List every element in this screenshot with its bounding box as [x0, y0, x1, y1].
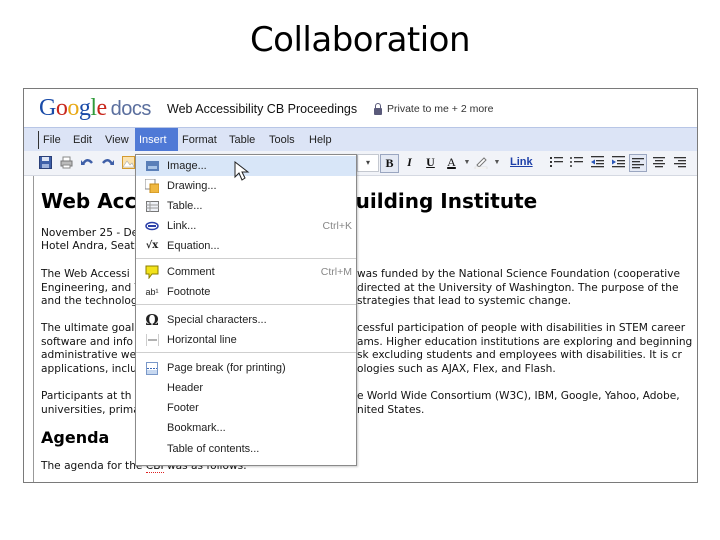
menu-view[interactable]: View: [101, 128, 133, 152]
decrease-indent-icon[interactable]: [590, 155, 604, 169]
image-icon: [145, 159, 159, 173]
paragraph-1-right: was funded by the National Science Found…: [357, 268, 680, 307]
insert-menu-item-footnote[interactable]: ab¹ Footnote: [136, 282, 356, 302]
document-body[interactable]: Web Acc Building Institute November 25 - …: [24, 176, 697, 482]
paragraph-2-left: The ultimate goal software and info admini…: [41, 322, 137, 375]
menu-separator: [136, 258, 356, 259]
insert-menu-item-footer[interactable]: Footer: [136, 398, 356, 418]
page-edge: [33, 176, 34, 482]
insert-menu-dropdown: Image... Drawing... Table... Link... Ctr…: [135, 154, 357, 466]
omega-icon: Ω: [145, 311, 159, 329]
insert-menu-item-horizontal-line[interactable]: Horizontal line: [136, 330, 356, 350]
redo-icon[interactable]: [100, 155, 114, 169]
paragraph-3-left: Participants at th universities, prima: [41, 390, 140, 416]
horizontal-line-icon: [145, 333, 159, 347]
drawing-icon: [145, 179, 159, 193]
bold-button[interactable]: B: [380, 154, 399, 173]
menu-separator: [136, 352, 356, 353]
agenda-heading: Agenda: [41, 428, 110, 447]
sharing-status[interactable]: Private to me + 2 more: [374, 102, 494, 115]
paragraph-3-right: e World Wide Consortium (W3C), IBM, Goog…: [357, 390, 680, 416]
numbered-list-icon[interactable]: [549, 155, 563, 169]
chevron-down-icon[interactable]: ▼: [460, 155, 474, 169]
print-icon[interactable]: [59, 155, 73, 169]
insert-menu-item-table-of-contents[interactable]: Table of contents...: [136, 439, 356, 459]
text-color-button[interactable]: A: [443, 154, 460, 171]
align-right-icon[interactable]: [673, 155, 687, 169]
app-header: Google docs Web Accessibility CB Proceedi…: [24, 89, 697, 127]
font-size-dropdown[interactable]: ▾: [357, 154, 379, 172]
toolbar: ▾ B I U A ▼ ▼ Link: [24, 151, 697, 176]
italic-button[interactable]: I: [401, 154, 418, 171]
menu-bar: File Edit View Insert Format Table Tools…: [24, 127, 697, 152]
highlight-color-icon[interactable]: [474, 155, 488, 169]
paragraph-1-left: The Web Accessi Engineering, and Tand the…: [41, 268, 142, 307]
insert-menu-item-equation[interactable]: √x Equation...: [136, 236, 356, 256]
link-icon: [145, 219, 159, 233]
date-line: November 25 - De: [41, 227, 139, 239]
venue-line: Hotel Andra, Seat: [41, 240, 135, 252]
menu-insert[interactable]: Insert: [135, 128, 178, 152]
google-docs-screenshot: Google docs Web Accessibility CB Proceedi…: [23, 88, 698, 483]
insert-menu-item-comment[interactable]: Comment Ctrl+M: [136, 262, 356, 282]
page-break-icon: [145, 361, 159, 375]
menu-file[interactable]: File: [39, 128, 65, 152]
increase-indent-icon[interactable]: [611, 155, 625, 169]
sharing-label: Private to me + 2 more: [387, 103, 494, 115]
bulleted-list-icon[interactable]: [569, 155, 583, 169]
insert-menu-item-header[interactable]: Header: [136, 378, 356, 398]
chevron-down-icon[interactable]: ▼: [490, 155, 504, 169]
save-icon[interactable]: [38, 155, 52, 169]
menu-format[interactable]: Format: [178, 128, 221, 152]
paragraph-2-right: cessful participation of people with dis…: [357, 322, 693, 375]
document-title[interactable]: Web Accessibility CB Proceedings: [167, 102, 357, 116]
comment-icon: [145, 265, 159, 279]
google-docs-logo[interactable]: Google docs: [39, 95, 151, 122]
undo-icon[interactable]: [80, 155, 94, 169]
menu-tools[interactable]: Tools: [265, 128, 299, 152]
slide-title: Collaboration: [249, 20, 471, 60]
insert-menu-item-special-characters[interactable]: Ω Special characters...: [136, 310, 356, 330]
underline-button[interactable]: U: [422, 154, 439, 171]
menu-help[interactable]: Help: [305, 128, 336, 152]
insert-menu-item-bookmark[interactable]: Bookmark...: [136, 418, 356, 438]
equation-icon: √x: [145, 240, 159, 251]
insert-menu-item-link[interactable]: Link... Ctrl+K: [136, 216, 356, 236]
insert-menu-item-table[interactable]: Table...: [136, 196, 356, 216]
lock-icon: [374, 102, 382, 115]
table-icon: [145, 199, 159, 213]
footnote-icon: ab¹: [145, 287, 159, 297]
insert-image-icon[interactable]: [121, 155, 135, 169]
menu-table[interactable]: Table: [225, 128, 259, 152]
align-center-icon[interactable]: [652, 155, 666, 169]
align-left-icon[interactable]: [629, 154, 647, 172]
menu-separator: [136, 304, 356, 305]
menu-edit[interactable]: Edit: [69, 128, 96, 152]
insert-menu-item-page-break[interactable]: Page break (for printing): [136, 358, 356, 378]
insert-link-button[interactable]: Link: [510, 156, 533, 168]
